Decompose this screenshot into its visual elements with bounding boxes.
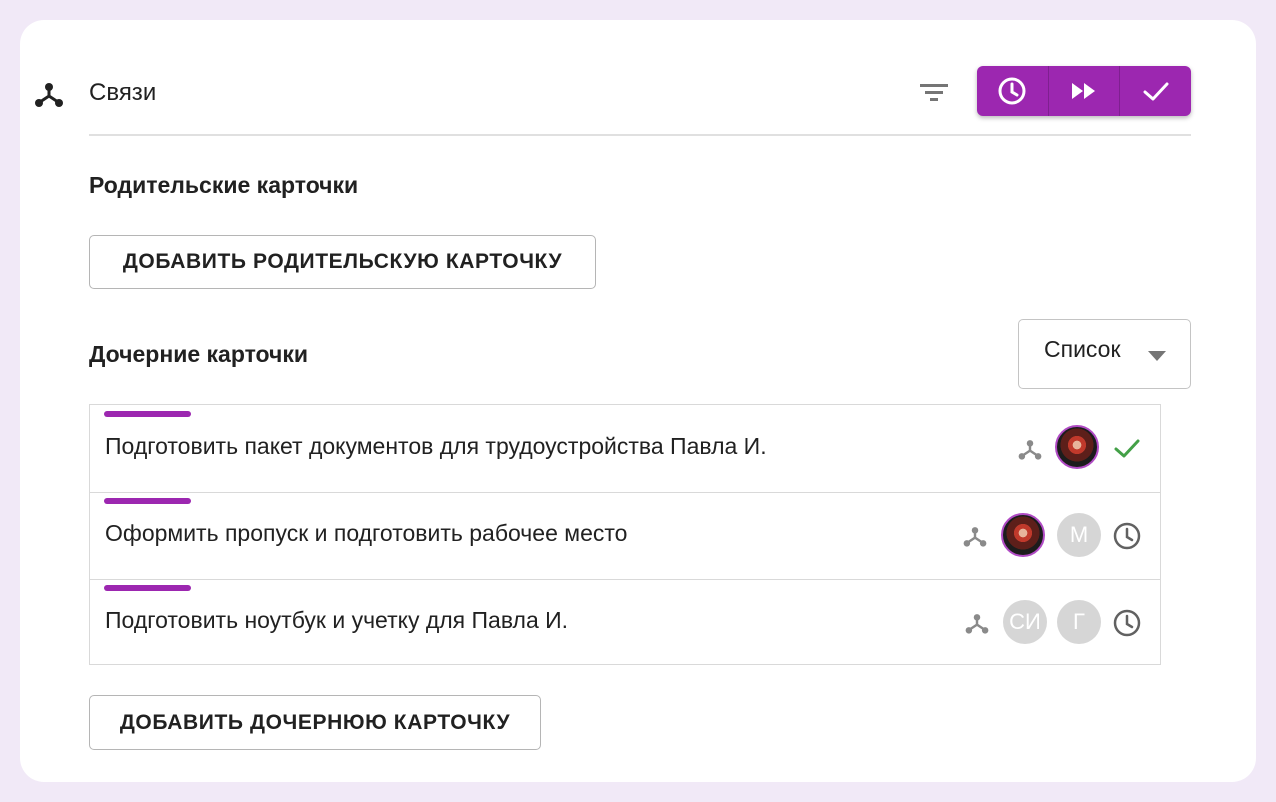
card-color-tag bbox=[104, 411, 191, 417]
view-mode-value: Список bbox=[1044, 336, 1121, 362]
fast-forward-button[interactable] bbox=[1049, 66, 1121, 116]
filter-icon[interactable] bbox=[918, 78, 950, 106]
check-icon bbox=[1114, 439, 1140, 458]
links-icon bbox=[963, 527, 987, 547]
check-button[interactable] bbox=[1120, 66, 1191, 116]
caret-down-icon bbox=[1148, 351, 1166, 361]
child-card-row[interactable]: Подготовить ноутбук и учетку для Павла И… bbox=[90, 579, 1160, 666]
action-button-group bbox=[977, 66, 1191, 116]
add-parent-card-button[interactable]: ДОБАВИТЬ РОДИТЕЛЬСКУЮ КАРТОЧКУ bbox=[89, 235, 596, 289]
child-card-row[interactable]: Подготовить пакет документов для трудоус… bbox=[90, 405, 1160, 493]
avatar-initials[interactable]: М bbox=[1057, 513, 1101, 557]
card-color-tag bbox=[104, 585, 191, 591]
divider bbox=[89, 134, 1191, 136]
clock-button[interactable] bbox=[977, 66, 1049, 116]
card-color-tag bbox=[104, 498, 191, 504]
clock-icon bbox=[1113, 522, 1141, 550]
child-card-row[interactable]: Оформить пропуск и подготовить рабочее м… bbox=[90, 492, 1160, 580]
links-icon bbox=[1018, 440, 1042, 460]
child-card-title: Подготовить ноутбук и учетку для Павла И… bbox=[105, 607, 569, 633]
section-title: Связи bbox=[89, 79, 157, 106]
child-cards-title: Дочерние карточки bbox=[89, 341, 309, 367]
add-child-card-button[interactable]: ДОБАВИТЬ ДОЧЕРНЮЮ КАРТОЧКУ bbox=[89, 695, 541, 750]
check-icon bbox=[1143, 82, 1169, 101]
avatar[interactable] bbox=[1055, 425, 1099, 469]
avatar-initials[interactable]: СИ bbox=[1003, 600, 1047, 644]
child-cards-list: Подготовить пакет документов для трудоус… bbox=[89, 404, 1161, 665]
links-icon bbox=[35, 83, 63, 107]
avatar-initials[interactable]: Г bbox=[1057, 600, 1101, 644]
avatar[interactable] bbox=[1001, 513, 1045, 557]
links-panel: Связи Родительские карточки ДОБАВИТЬ РОД… bbox=[20, 20, 1256, 782]
view-mode-select[interactable]: Список bbox=[1018, 319, 1191, 389]
links-icon bbox=[965, 614, 989, 634]
clock-icon bbox=[998, 77, 1026, 105]
child-card-title: Подготовить пакет документов для трудоус… bbox=[105, 433, 767, 459]
fast-forward-icon bbox=[1072, 83, 1095, 99]
child-card-title: Оформить пропуск и подготовить рабочее м… bbox=[105, 520, 628, 546]
parent-cards-title: Родительские карточки bbox=[89, 172, 359, 198]
clock-icon bbox=[1113, 609, 1141, 637]
